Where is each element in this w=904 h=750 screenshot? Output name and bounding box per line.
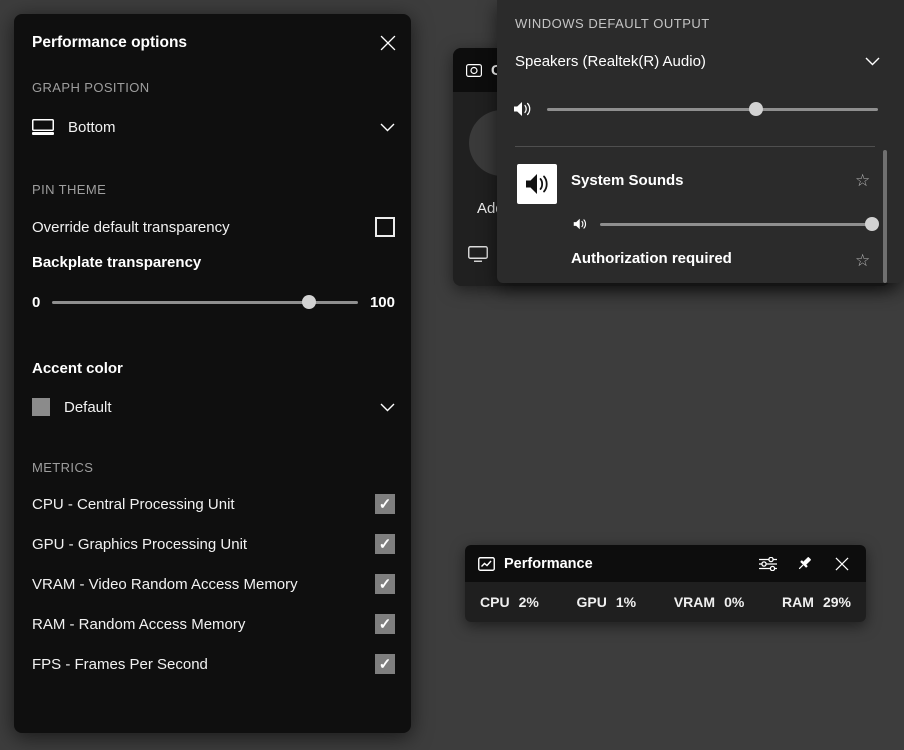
metric-checkbox[interactable]: ✓: [375, 534, 395, 554]
metric-gpu: GPU 1%: [577, 594, 637, 610]
scrollbar[interactable]: [883, 150, 887, 283]
accent-color-label: Accent color: [32, 360, 123, 377]
capture-icon: [466, 64, 482, 77]
mixer-item-name: Authorization required: [571, 250, 732, 267]
panel-title: Performance options: [32, 34, 187, 52]
tune-sliders-icon: [759, 557, 777, 571]
performance-widget-metrics: CPU 2% GPU 1% VRAM 0% RAM 29%: [465, 582, 866, 622]
metric-label: FPS - Frames Per Second: [32, 656, 208, 673]
metric-label: CPU: [480, 594, 510, 610]
widget-title: Performance: [504, 556, 593, 572]
check-icon: ✓: [379, 657, 392, 672]
check-icon: ✓: [379, 617, 392, 632]
metric-checkbox[interactable]: ✓: [375, 574, 395, 594]
metric-checkbox[interactable]: ✓: [375, 654, 395, 674]
metric-checkbox[interactable]: ✓: [375, 614, 395, 634]
backplate-transparency-slider[interactable]: [52, 295, 358, 309]
graph-position-dropdown[interactable]: Bottom: [32, 112, 395, 142]
metric-label: VRAM: [674, 594, 715, 610]
master-volume-slider[interactable]: [547, 102, 878, 116]
metric-value: 29%: [823, 594, 851, 610]
graph-position-value: Bottom: [68, 119, 116, 136]
override-transparency-row: Override default transparency ✓: [32, 214, 395, 240]
speaker-small-icon: [573, 218, 588, 230]
accent-color-swatch: [32, 398, 50, 416]
check-icon: ✓: [379, 577, 392, 592]
graph-position-section-label: GRAPH POSITION: [32, 80, 150, 95]
output-device-dropdown[interactable]: Speakers (Realtek(R) Audio): [515, 48, 880, 74]
favorite-star-icon[interactable]: ☆: [855, 252, 870, 269]
override-transparency-label: Override default transparency: [32, 219, 230, 236]
check-icon: ✓: [379, 497, 392, 512]
widget-close-button[interactable]: [823, 549, 860, 578]
slider-handle[interactable]: [865, 217, 879, 231]
audio-panel: WINDOWS DEFAULT OUTPUT Speakers (Realtek…: [497, 0, 904, 283]
metric-label: GPU - Graphics Processing Unit: [32, 536, 247, 553]
speaker-icon: [513, 101, 533, 117]
metric-ram: RAM 29%: [782, 594, 851, 610]
close-icon: [380, 35, 396, 51]
pin-button[interactable]: [786, 549, 823, 578]
close-button[interactable]: [375, 30, 401, 56]
chevron-down-icon: [380, 403, 395, 412]
game-bar-overlay: C Add WINDOWS DEFAULT OUTPUT Speakers (R…: [0, 0, 904, 750]
slider-max-label: 100: [370, 294, 395, 311]
metric-row: FPS - Frames Per Second ✓: [32, 644, 395, 684]
performance-options-panel: Performance options GRAPH POSITION Botto…: [14, 14, 411, 733]
system-sounds-icon: [517, 164, 557, 204]
master-volume-row: [513, 98, 878, 120]
metric-value: 2%: [519, 594, 539, 610]
pin-icon: [796, 555, 813, 572]
backplate-transparency-label: Backplate transparency: [32, 254, 201, 271]
check-icon: ✓: [379, 537, 392, 552]
graph-position-bottom-icon: [32, 119, 54, 135]
chevron-down-icon: [380, 123, 395, 132]
metrics-section-label: METRICS: [32, 460, 93, 475]
performance-widget-header: Performance: [465, 545, 866, 582]
accent-color-dropdown[interactable]: Default: [32, 394, 395, 420]
metric-row: VRAM - Video Random Access Memory ✓: [32, 564, 395, 604]
slider-track: [547, 108, 878, 111]
accent-color-value: Default: [64, 399, 112, 416]
slider-min-label: 0: [32, 294, 40, 311]
system-sounds-volume-slider[interactable]: [600, 217, 872, 231]
pin-theme-section-label: PIN THEME: [32, 182, 106, 197]
widget-options-button[interactable]: [749, 549, 786, 578]
output-device-value: Speakers (Realtek(R) Audio): [515, 53, 706, 70]
mixer-volume-row: [573, 214, 872, 234]
metric-label: VRAM - Video Random Access Memory: [32, 576, 298, 593]
windows-default-output-label: WINDOWS DEFAULT OUTPUT: [515, 16, 710, 31]
metric-checkbox[interactable]: ✓: [375, 494, 395, 514]
metric-label: RAM: [782, 594, 814, 610]
metric-cpu: CPU 2%: [480, 594, 539, 610]
metric-vram: VRAM 0%: [674, 594, 744, 610]
metric-label: CPU - Central Processing Unit: [32, 496, 235, 513]
performance-graph-icon: [478, 557, 495, 571]
mixer-item-name: System Sounds: [571, 172, 684, 189]
close-icon: [835, 557, 849, 571]
metrics-list: CPU - Central Processing Unit ✓ GPU - Gr…: [32, 484, 395, 684]
metric-row: GPU - Graphics Processing Unit ✓: [32, 524, 395, 564]
metric-value: 0%: [724, 594, 744, 610]
metric-row: RAM - Random Access Memory ✓: [32, 604, 395, 644]
metric-row: CPU - Central Processing Unit ✓: [32, 484, 395, 524]
metric-label: RAM - Random Access Memory: [32, 616, 245, 633]
screen-share-icon[interactable]: [468, 246, 488, 262]
chevron-down-icon: [865, 57, 880, 66]
divider: [515, 146, 875, 147]
slider-handle[interactable]: [749, 102, 763, 116]
metric-value: 1%: [616, 594, 636, 610]
override-transparency-checkbox[interactable]: ✓: [375, 217, 395, 237]
performance-widget: Performance CPU 2%: [465, 545, 866, 622]
metric-label: GPU: [577, 594, 607, 610]
favorite-star-icon[interactable]: ☆: [855, 172, 870, 189]
slider-handle[interactable]: [302, 295, 316, 309]
slider-track: [600, 223, 872, 226]
backplate-transparency-row: 0 100: [32, 292, 395, 312]
